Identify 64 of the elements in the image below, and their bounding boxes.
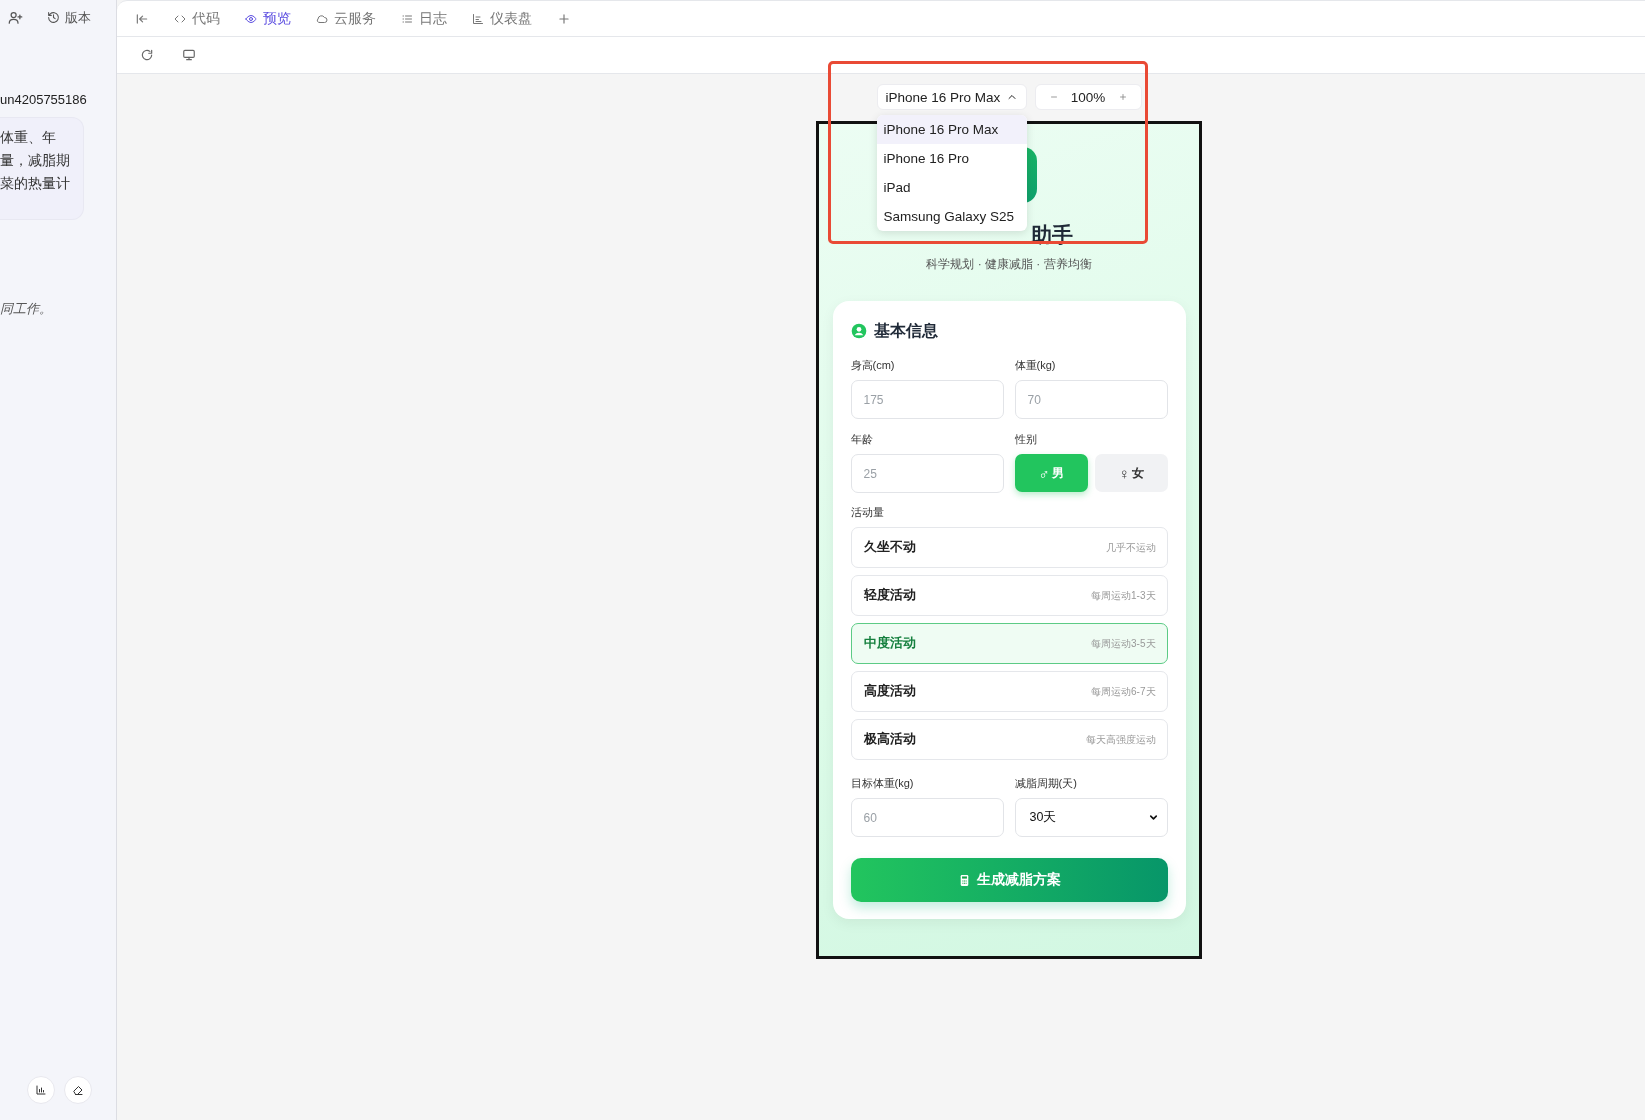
input-field[interactable]: 60 — [850, 798, 1004, 837]
eraser-button[interactable] — [64, 1076, 92, 1104]
field-label: 性别 — [1014, 432, 1038, 446]
option-name: 高度活动 — [863, 683, 916, 700]
monitor-icon[interactable] — [182, 48, 196, 62]
app-subtitle: 科学规划 · 健康减脂 · 营养均衡 — [926, 256, 1092, 273]
option-description: 几乎不运动 — [1105, 540, 1156, 555]
gender-button[interactable]: ♀女 — [1094, 454, 1168, 492]
input-field[interactable]: 70 — [1014, 380, 1168, 419]
stats-button[interactable] — [27, 1076, 55, 1104]
activity-option[interactable]: 久坐不动 几乎不运动 — [850, 527, 1168, 568]
tab[interactable]: 日志 — [401, 9, 447, 28]
bar-chart-icon — [35, 1084, 47, 1096]
message-text: 体重、年 — [0, 129, 57, 147]
option-name: 轻度活动 — [863, 587, 916, 604]
option-description: 每周运动6-7天 — [1091, 684, 1156, 699]
option-name: 极高活动 — [863, 731, 916, 748]
field-label: 体重(kg) — [1014, 358, 1057, 372]
field-label: 身高(cm) — [850, 358, 896, 372]
option-description: 每周运动1-3天 — [1091, 588, 1156, 603]
list-icon — [401, 12, 413, 25]
option-name: 中度活动 — [863, 635, 916, 652]
chart-icon — [472, 12, 484, 25]
eraser-icon — [72, 1084, 84, 1096]
user-id: un4205755186 — [0, 92, 88, 107]
option-description: 每周运动3-5天 — [1091, 636, 1156, 651]
history-icon — [47, 11, 60, 24]
input-field[interactable]: 25 — [850, 454, 1004, 493]
activity-option[interactable]: 中度活动 每周运动3-5天 — [850, 623, 1168, 664]
option-name: 久坐不动 — [863, 539, 916, 556]
tab[interactable]: 仪表盘 — [472, 9, 532, 28]
menu-item[interactable]: iPhone 16 Pro Max — [876, 115, 1027, 144]
field-label: 活动量 — [850, 505, 885, 519]
add-user-icon[interactable] — [8, 10, 23, 25]
tab[interactable]: 云服务 — [316, 9, 376, 28]
refresh-icon[interactable] — [140, 48, 154, 62]
message-text: 量，减脂期 — [0, 152, 71, 170]
version-button[interactable]: 版本 — [47, 8, 91, 27]
menu-item[interactable]: iPhone 16 Pro — [876, 144, 1027, 173]
user-icon — [850, 323, 867, 339]
field-label: 减脂周期(天) — [1014, 776, 1078, 790]
tab[interactable]: 预览 — [245, 9, 291, 28]
activity-option[interactable]: 极高活动 每天高强度运动 — [850, 719, 1168, 760]
field-label: 目标体重(kg) — [850, 776, 915, 790]
chevron-down-icon — [1147, 812, 1159, 823]
menu-item[interactable]: iPad — [876, 173, 1027, 202]
device-dropdown[interactable]: iPhone 16 Pro Max — [876, 84, 1027, 110]
section-title: 基本信息 — [873, 320, 938, 341]
activity-option[interactable]: 高度活动 每周运动6-7天 — [850, 671, 1168, 712]
tab[interactable]: 代码 — [174, 9, 220, 28]
note-text: 同工作。 — [0, 300, 53, 318]
field-label: 年龄 — [850, 432, 874, 446]
plus-icon[interactable] — [1117, 92, 1128, 102]
period-select[interactable]: 30天 — [1014, 798, 1168, 837]
collapse-icon[interactable] — [135, 11, 149, 26]
menu-item[interactable]: Samsung Galaxy S25 — [876, 202, 1027, 231]
input-field[interactable]: 175 — [850, 380, 1004, 419]
zoom-value: 100% — [1070, 89, 1106, 105]
cloud-icon — [316, 12, 328, 25]
message-text: 菜的热量计 — [0, 175, 71, 193]
add-icon[interactable] — [557, 11, 571, 26]
eye-icon — [245, 12, 257, 25]
option-description: 每天高强度运动 — [1085, 732, 1156, 747]
activity-option[interactable]: 轻度活动 每周运动1-3天 — [850, 575, 1168, 616]
